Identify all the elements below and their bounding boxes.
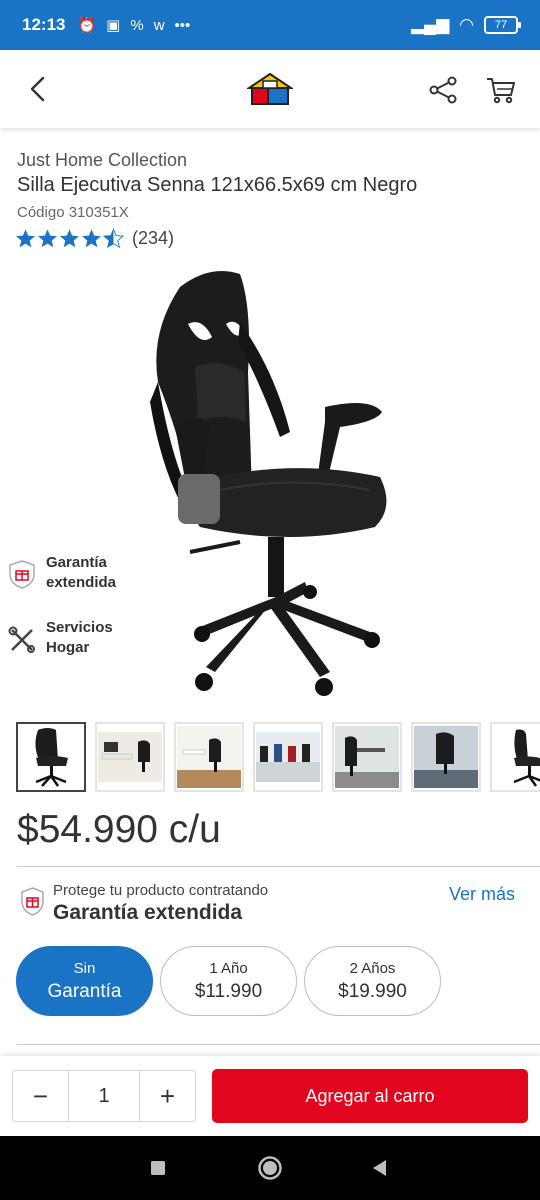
warranty-option-1-year[interactable]: 1 Año $11.990: [160, 946, 297, 1016]
star-full-icon: [82, 229, 101, 248]
warranty-option-2-years[interactable]: 2 Años $19.990: [304, 946, 441, 1016]
extended-warranty-line1: Garantía: [46, 554, 107, 571]
home-services-line1: Servicios: [46, 619, 113, 636]
extended-warranty-link[interactable]: Garantía extendida: [8, 553, 136, 593]
thumbnail-strip: [16, 722, 540, 792]
product-main-image[interactable]: [140, 262, 410, 707]
divider: [17, 866, 540, 867]
warranty-title: Garantía extendida: [53, 901, 243, 924]
wifi-icon: ◠: [459, 15, 474, 34]
add-to-cart-bar: − 1 + Agregar al carro: [0, 1056, 540, 1136]
thumbnail-7[interactable]: [490, 722, 540, 792]
product-title: Silla Ejecutiva Senna 121x66.5x69 cm Neg…: [17, 174, 418, 196]
home-services-line2: Hogar: [46, 639, 90, 656]
quantity-stepper: − 1 +: [12, 1070, 196, 1122]
thumbnail-5[interactable]: [332, 722, 402, 792]
decrease-quantity-button[interactable]: −: [13, 1071, 68, 1121]
product-code: Código 310351X: [17, 204, 129, 221]
twitch-icon: ▣: [106, 17, 121, 34]
back-arrow-icon[interactable]: [24, 74, 54, 104]
star-full-icon: [60, 229, 79, 248]
notification-icons: ⏰ ▣ % w •••: [77, 16, 191, 35]
home-services-link[interactable]: Servicios Hogar: [8, 618, 136, 658]
shield-gift-icon: [9, 560, 35, 589]
review-count[interactable]: (234): [132, 228, 174, 249]
w-app-icon: w: [153, 16, 165, 34]
alarm-off-icon: ⏰: [77, 17, 97, 34]
warranty-section-header: Protege tu producto contratando Garantía…: [20, 882, 268, 925]
product-brand[interactable]: Just Home Collection: [17, 150, 187, 171]
increase-quantity-button[interactable]: +: [140, 1071, 195, 1121]
warranty-option-none[interactable]: Sin Garantía: [16, 946, 153, 1016]
warranty-options: Sin Garantía 1 Año $11.990 2 Años $19.99…: [16, 946, 441, 1016]
home-services-label: Servicios Hogar: [46, 618, 136, 658]
star-full-icon: [38, 229, 57, 248]
thumbnail-6[interactable]: [411, 722, 481, 792]
rating-stars: [15, 228, 124, 249]
cart-icon[interactable]: [485, 74, 517, 106]
thumbnail-1[interactable]: [16, 722, 86, 792]
warranty-option-line2: $19.990: [338, 980, 407, 1002]
star-half-icon: [103, 228, 124, 249]
product-price: $54.990 c/u: [17, 808, 221, 851]
status-bar: 12:13 ⏰ ▣ % w ••• ▂▄▆ ◠ 77: [0, 0, 540, 50]
store-logo-icon[interactable]: [247, 72, 293, 106]
thumbnail-4[interactable]: [253, 722, 323, 792]
warranty-option-line1: 1 Año: [209, 959, 248, 977]
warranty-option-line2: Garantía: [47, 980, 122, 1002]
warranty-option-line1: 2 Años: [349, 959, 396, 977]
thumbnail-office-image: [98, 732, 162, 782]
thumbnail-room-image: [177, 726, 241, 788]
thumbnail-lifestyle-image: [414, 726, 478, 788]
back-icon[interactable]: [366, 1154, 394, 1182]
extended-warranty-line2: extendida: [46, 574, 117, 591]
shield-gift-icon: [21, 887, 44, 916]
warranty-option-line2: $11.990: [194, 980, 263, 1002]
add-to-cart-button[interactable]: Agregar al carro: [212, 1069, 528, 1123]
system-navigation-bar: [0, 1136, 540, 1200]
battery-level: 77: [494, 19, 508, 31]
quantity-value[interactable]: 1: [68, 1071, 140, 1121]
thumbnail-2[interactable]: [95, 722, 165, 792]
app-bar: [0, 50, 540, 128]
more-notifications-icon: •••: [174, 16, 191, 34]
thumbnail-chairs-group-image: [256, 732, 320, 782]
warranty-protect-text: Protege tu producto contratando: [53, 882, 269, 899]
extended-warranty-label: Garantía extendida: [46, 553, 136, 593]
signal-icon: ▂▄▆: [410, 15, 450, 34]
percent-app-icon: %: [130, 16, 144, 34]
star-full-icon: [16, 229, 35, 248]
home-icon[interactable]: [256, 1154, 284, 1182]
recent-apps-icon[interactable]: [144, 1154, 172, 1182]
thumbnail-3[interactable]: [174, 722, 244, 792]
status-time: 12:13: [22, 15, 66, 34]
thumbnail-chair-side-image: [513, 729, 540, 787]
share-icon[interactable]: [428, 75, 458, 105]
warranty-option-line1: Sin: [73, 959, 96, 977]
tools-icon: [8, 626, 35, 653]
thumbnail-desk-image: [335, 726, 399, 788]
see-more-link[interactable]: Ver más: [449, 884, 515, 905]
thumbnail-chair-image: [35, 728, 68, 787]
product-rating[interactable]: (234): [15, 228, 174, 249]
battery-icon: 77: [484, 16, 521, 34]
divider: [17, 1044, 540, 1045]
